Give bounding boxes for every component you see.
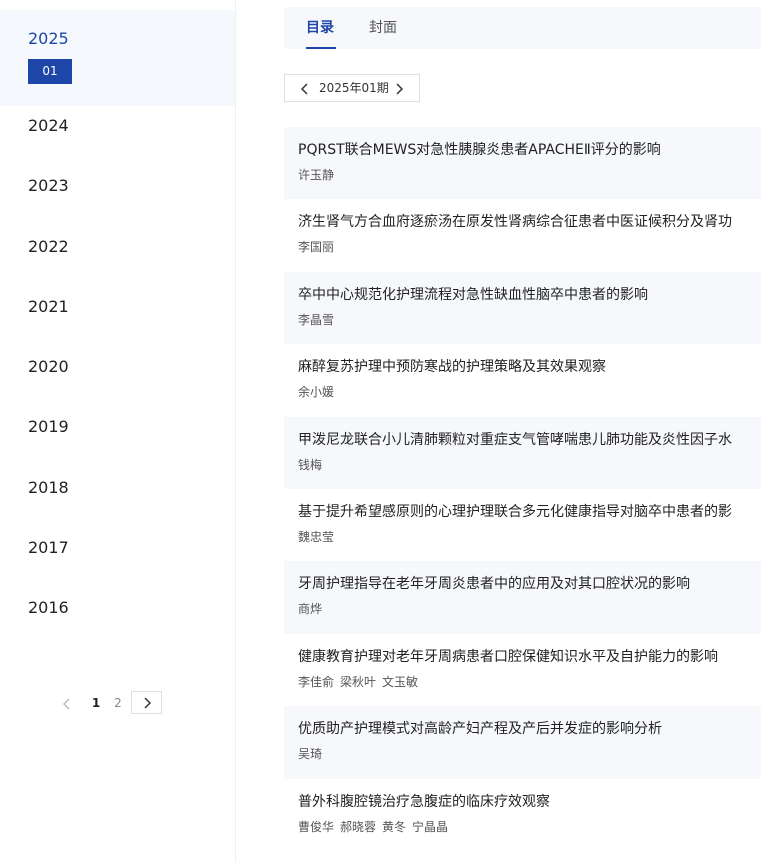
chevron-right-icon	[143, 696, 151, 709]
author-name[interactable]: 曹俊华	[298, 820, 334, 834]
article-authors: 商烨	[298, 601, 761, 617]
year-item-active[interactable]: 2025 01	[0, 10, 235, 106]
article-title-link[interactable]: 普外科腹腔镜治疗急腹症的临床疗效观察	[298, 793, 761, 811]
article-authors: 许玉静	[298, 167, 761, 183]
article-item[interactable]: 普外科腹腔镜治疗急腹症的临床疗效观察 曹俊华 郝晓蓉 黄冬 宁晶晶	[284, 779, 761, 851]
next-page-button[interactable]	[131, 691, 162, 714]
article-authors: 李国丽	[298, 239, 761, 255]
author-name[interactable]: 魏忠莹	[298, 530, 334, 544]
prev-page-button[interactable]	[58, 691, 76, 715]
article-item[interactable]: 基于提升希望感原则的心理护理联合多元化健康指导对脑卒中患者的影魏忠莹	[284, 489, 761, 561]
article-authors: 钱梅	[298, 457, 761, 473]
article-item[interactable]: 济生肾气方合血府逐瘀汤在原发性肾病综合征患者中医证候积分及肾功李国丽	[284, 199, 761, 271]
year-item[interactable]: 2022	[0, 227, 235, 287]
article-title-link[interactable]: 甲泼尼龙联合小儿清肺颗粒对重症支气管哮喘患儿肺功能及炎性因子水	[298, 431, 761, 449]
active-year-label[interactable]: 2025	[28, 29, 69, 48]
author-name[interactable]: 吴琦	[298, 747, 322, 761]
year-sidebar: 2025 01 2024 2023 2022 2021 2020 2019 2018 2017…	[0, 0, 236, 862]
issue-selector: 2025年01期	[284, 74, 420, 102]
previous-issue-button[interactable]	[295, 75, 315, 101]
article-authors: 魏忠莹	[298, 529, 761, 545]
article-authors: 曹俊华 郝晓蓉 黄冬 宁晶晶	[298, 819, 761, 835]
article-item[interactable]: PQRST联合MEWS对急性胰腺炎患者APACHEⅡ评分的影响许玉静	[284, 127, 761, 200]
author-name[interactable]: 黄冬	[382, 820, 406, 834]
article-title-link[interactable]: 优质助产护理模式对高龄产妇产程及产后并发症的影响分析	[298, 720, 761, 738]
article-title-link[interactable]: PQRST联合MEWS对急性胰腺炎患者APACHEⅡ评分的影响	[298, 141, 761, 159]
chevron-left-icon	[301, 82, 308, 95]
issue-badge[interactable]: 01	[28, 59, 72, 84]
article-authors: 李晶雪	[298, 312, 761, 328]
author-name[interactable]: 梁秋叶	[340, 675, 376, 689]
author-name[interactable]: 许玉静	[298, 168, 334, 182]
article-item[interactable]: 牙周护理指导在老年牙周炎患者中的应用及对其口腔状况的影响商烨	[284, 561, 761, 634]
year-item[interactable]: 2024	[0, 106, 235, 166]
author-name[interactable]: 钱梅	[298, 458, 322, 472]
tab-bar: 目录 封面	[284, 7, 761, 49]
year-list: 2024 2023 2022 2021 2020 2019 2018 2017 2016	[0, 106, 235, 649]
year-item[interactable]: 2017	[0, 528, 235, 588]
article-title-link[interactable]: 济生肾气方合血府逐瘀汤在原发性肾病综合征患者中医证候积分及肾功	[298, 213, 761, 231]
page-1-button[interactable]: 1	[89, 691, 103, 715]
author-name[interactable]: 商烨	[298, 602, 322, 616]
article-item[interactable]: 甲泼尼龙联合小儿清肺颗粒对重症支气管哮喘患儿肺功能及炎性因子水钱梅	[284, 416, 761, 489]
article-authors: 余小媛	[298, 384, 761, 400]
author-name[interactable]: 李国丽	[298, 240, 334, 254]
article-list: PQRST联合MEWS对急性胰腺炎患者APACHEⅡ评分的影响许玉静济生肾气方合…	[284, 127, 761, 851]
article-item[interactable]: 麻醉复苏护理中预防寒战的护理策略及其效果观察余小媛	[284, 344, 761, 416]
chevron-right-icon	[396, 82, 403, 95]
next-issue-button[interactable]	[389, 75, 409, 101]
year-pager: 1 2	[0, 691, 235, 715]
article-title-link[interactable]: 健康教育护理对老年牙周病患者口腔保健知识水平及自护能力的影响	[298, 648, 761, 666]
author-name[interactable]: 李佳俞	[298, 675, 334, 689]
year-item[interactable]: 2019	[0, 407, 235, 467]
year-item[interactable]: 2020	[0, 347, 235, 407]
article-authors: 吴琦	[298, 746, 761, 762]
year-item[interactable]: 2016	[0, 588, 235, 648]
main-content: 目录 封面 2025年01期 PQRST联合MEWS对急性胰腺炎患者APACHE…	[284, 0, 761, 862]
article-item[interactable]: 健康教育护理对老年牙周病患者口腔保健知识水平及自护能力的影响 李佳俞 梁秋叶 文玉敏	[284, 634, 761, 706]
article-item[interactable]: 卒中中心规范化护理流程对急性缺血性脑卒中患者的影响李晶雪	[284, 271, 761, 345]
current-issue-label: 2025年01期	[319, 81, 389, 95]
author-name[interactable]: 李晶雪	[298, 313, 334, 327]
chevron-left-icon	[63, 697, 70, 710]
article-item[interactable]: 优质助产护理模式对高龄产妇产程及产后并发症的影响分析吴琦	[284, 706, 761, 779]
author-name[interactable]: 文玉敏	[382, 675, 418, 689]
year-item[interactable]: 2021	[0, 287, 235, 347]
tab-cover[interactable]: 封面	[369, 7, 397, 49]
article-title-link[interactable]: 牙周护理指导在老年牙周炎患者中的应用及对其口腔状况的影响	[298, 575, 761, 593]
article-authors: 李佳俞 梁秋叶 文玉敏	[298, 674, 761, 690]
author-name[interactable]: 余小媛	[298, 385, 334, 399]
article-title-link[interactable]: 麻醉复苏护理中预防寒战的护理策略及其效果观察	[298, 358, 761, 376]
page-2-button[interactable]: 2	[111, 691, 125, 715]
year-item[interactable]: 2023	[0, 166, 235, 226]
author-name[interactable]: 宁晶晶	[412, 820, 448, 834]
tab-contents[interactable]: 目录	[306, 7, 334, 49]
author-name[interactable]: 郝晓蓉	[340, 820, 376, 834]
active-tab-indicator	[306, 47, 336, 49]
article-title-link[interactable]: 基于提升希望感原则的心理护理联合多元化健康指导对脑卒中患者的影	[298, 503, 761, 521]
article-title-link[interactable]: 卒中中心规范化护理流程对急性缺血性脑卒中患者的影响	[298, 286, 761, 304]
year-item[interactable]: 2018	[0, 468, 235, 528]
